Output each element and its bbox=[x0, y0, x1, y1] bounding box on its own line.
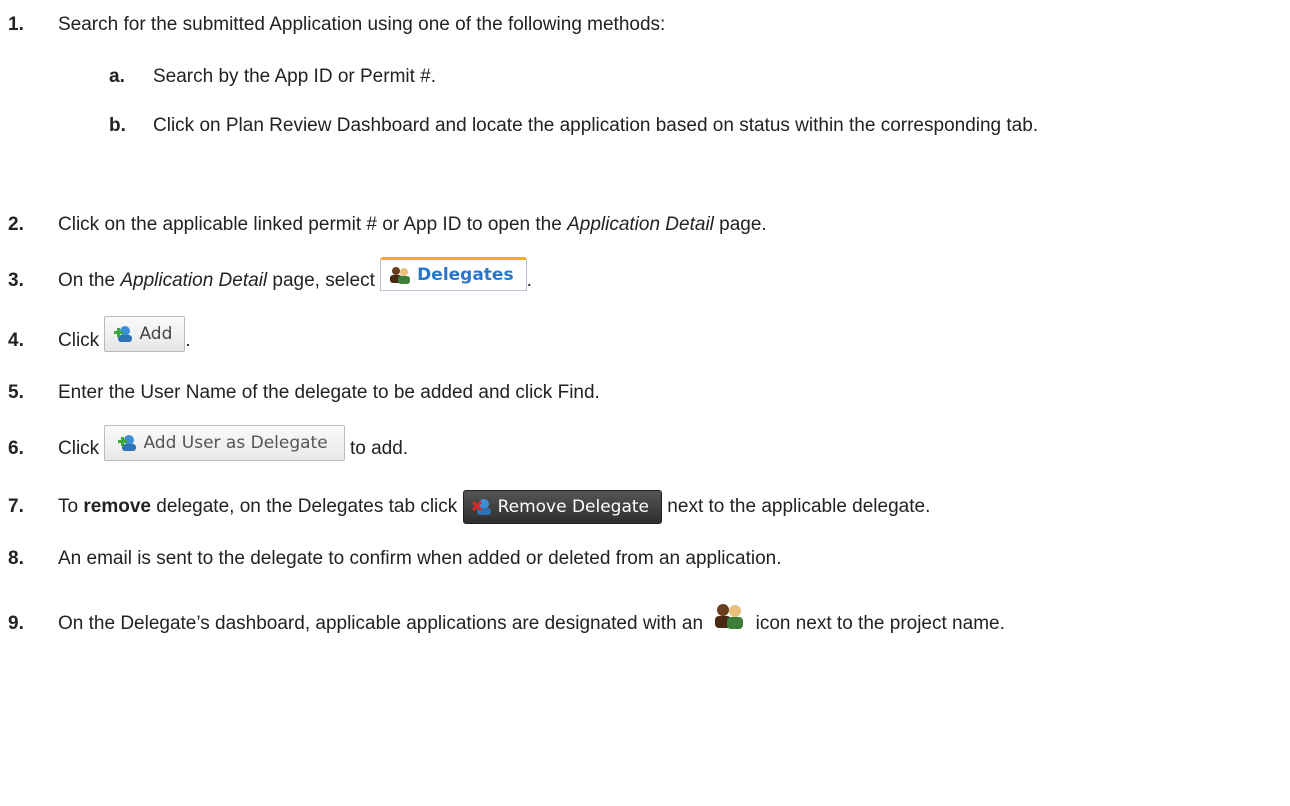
remove-delegate-button[interactable]: Remove Delegate bbox=[462, 489, 663, 524]
step-4: 4. Click Add . bbox=[0, 315, 1290, 360]
step-number: 9. bbox=[8, 613, 24, 634]
step-text-part: delegate, on the Delegates tab click bbox=[150, 496, 463, 517]
step-text-part: next to the applicable delegate. bbox=[662, 496, 931, 517]
step-text: Click on the applicable linked permit # … bbox=[58, 206, 1280, 244]
step-number: 2. bbox=[8, 214, 24, 235]
step-number: 6. bbox=[8, 438, 24, 459]
application-detail-label: Application Detail bbox=[120, 270, 268, 291]
step-text-part: Click bbox=[58, 438, 105, 459]
step-5: 5. Enter the User Name of the delegate t… bbox=[0, 374, 1290, 412]
step-text-part: Click bbox=[58, 330, 105, 351]
delegates-tab-label: Delegates bbox=[417, 264, 514, 285]
add-user-icon bbox=[117, 434, 137, 452]
step-text-part: page, select bbox=[267, 270, 381, 291]
step-letter: a. bbox=[109, 66, 125, 87]
remove-keyword: remove bbox=[83, 496, 151, 517]
step-8: 8. An email is sent to the delegate to c… bbox=[0, 540, 1290, 578]
instructions-page: 1. Search for the submitted Application … bbox=[0, 0, 1290, 806]
add-user-as-delegate-label: Add User as Delegate bbox=[143, 432, 328, 453]
step-text-part: To bbox=[58, 496, 84, 517]
delegate-indicator-icon bbox=[714, 603, 744, 629]
step-text: Enter the User Name of the delegate to b… bbox=[58, 382, 600, 403]
step-text-part: icon next to the project name. bbox=[750, 613, 1005, 634]
step-text: Search for the submitted Application usi… bbox=[58, 14, 666, 35]
add-user-icon bbox=[113, 325, 133, 343]
step-1: 1. Search for the submitted Application … bbox=[0, 6, 1290, 44]
step-text-part: On the bbox=[58, 270, 121, 291]
step-3: 3. On the Application Detail page, selec… bbox=[0, 256, 1290, 300]
step-6: 6. Click Add User as Delegate to add. bbox=[0, 424, 1290, 468]
step-number: 3. bbox=[8, 270, 24, 291]
step-text-part: page. bbox=[713, 214, 767, 235]
step-number: 1. bbox=[8, 14, 24, 35]
step-text-part: to add. bbox=[344, 438, 409, 459]
step-text: To remove delegate, on the Delegates tab… bbox=[58, 488, 1290, 526]
step-text-part: . bbox=[526, 270, 532, 291]
step-text: Search by the App ID or Permit #. bbox=[153, 66, 437, 87]
step-number: 4. bbox=[8, 330, 24, 351]
add-button-label: Add bbox=[139, 323, 173, 344]
step-text-part: On the Delegate’s dashboard, applicable … bbox=[58, 613, 709, 634]
add-button[interactable]: Add bbox=[104, 315, 186, 352]
add-user-as-delegate-button[interactable]: Add User as Delegate bbox=[104, 424, 345, 461]
delegates-tab[interactable]: Delegates bbox=[380, 256, 527, 291]
step-number: 5. bbox=[8, 382, 24, 403]
step-text: On the Application Detail page, select D… bbox=[58, 256, 1280, 300]
step-letter: b. bbox=[109, 115, 126, 136]
step-text: On the Delegate’s dashboard, applicable … bbox=[58, 603, 1210, 644]
step-number: 8. bbox=[8, 548, 24, 569]
remove-delegate-label: Remove Delegate bbox=[497, 496, 650, 517]
step-text: An email is sent to the delegate to conf… bbox=[58, 548, 782, 569]
application-detail-label: Application Detail bbox=[567, 214, 714, 235]
step-number: 7. bbox=[8, 496, 24, 517]
step-text-part: Click on the applicable linked permit # … bbox=[58, 214, 568, 235]
step-text: Click on Plan Review Dashboard and locat… bbox=[153, 115, 1039, 136]
step-text-part: . bbox=[185, 330, 191, 351]
step-7: 7. To remove delegate, on the Delegates … bbox=[0, 488, 1290, 526]
step-2: 2. Click on the applicable linked permit… bbox=[0, 206, 1290, 244]
step-1a: a. Search by the App ID or Permit #. bbox=[0, 58, 1290, 96]
step-text: Click Add . bbox=[58, 315, 1280, 360]
step-text: Click Add User as Delegate to add. bbox=[58, 424, 1280, 468]
delegates-people-icon bbox=[389, 266, 411, 284]
remove-user-icon bbox=[471, 498, 492, 516]
